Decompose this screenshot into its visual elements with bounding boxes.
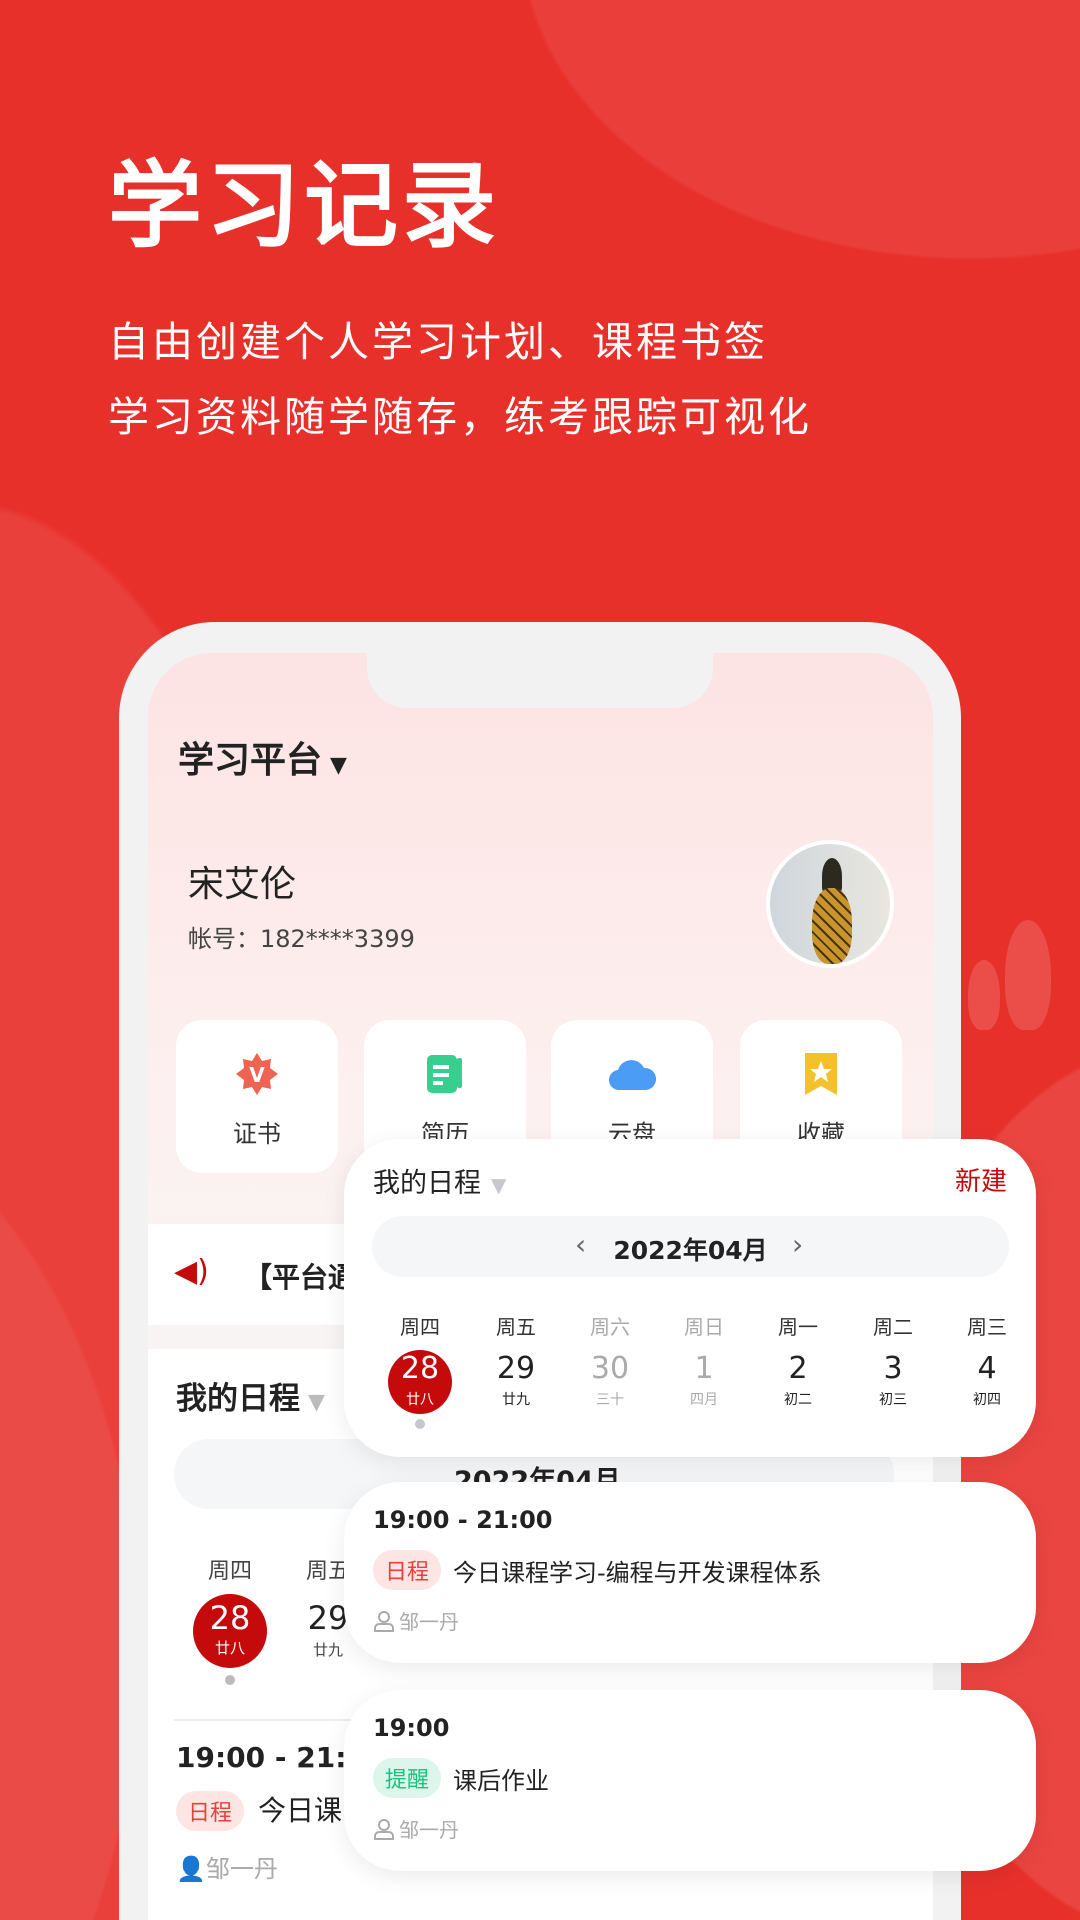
lunar-label: 初二	[784, 1392, 812, 1408]
hero-subtitle: 自由创建个人学习计划、课程书签	[108, 318, 768, 366]
svg-text:V: V	[249, 1063, 265, 1087]
weekday-label: 周四	[207, 1559, 252, 1584]
event-tag: 提醒	[373, 1758, 442, 1798]
lunar-label: 廿九	[502, 1392, 530, 1408]
tile-label: 证书	[233, 1120, 281, 1148]
day-number[interactable]: 4	[947, 1351, 1027, 1386]
lunar-label: 廿八	[406, 1392, 434, 1408]
phone-notch	[367, 653, 713, 708]
event-tag: 日程	[176, 1791, 245, 1831]
schedule-calendar-card: 我的日程 ▼ 新建 ‹ 2022年04月 › 周四 28 廿八 周五 29 廿九 周六 30 三十…	[344, 1139, 1036, 1457]
selected-day[interactable]: 28 廿八	[193, 1594, 267, 1668]
resume-document-icon	[421, 1050, 469, 1098]
day-number[interactable]: 29	[476, 1351, 556, 1386]
event-title: 今日课程学习-编程与开发课程体系	[453, 1558, 822, 1587]
day-number[interactable]: 1	[664, 1351, 744, 1386]
bookmark-star-icon	[797, 1050, 845, 1098]
lunar-label: 三十	[596, 1392, 624, 1408]
hero-subtitle: 学习资料随学随存，练考跟踪可视化	[108, 393, 812, 441]
weekday-label: 周一	[778, 1315, 818, 1339]
day-number[interactable]: 3	[853, 1351, 933, 1386]
event-tag: 日程	[373, 1550, 442, 1590]
speaker-icon: ◀)	[174, 1254, 209, 1289]
hero-title: 学习记录	[108, 152, 501, 261]
weekday-label: 周四	[400, 1315, 440, 1339]
event-card[interactable]: 19:00 - 21:00 日程 今日课程学习-编程与开发课程体系 邹一丹	[344, 1482, 1036, 1663]
lunar-label: 初四	[973, 1392, 1001, 1408]
weekday-label: 周二	[873, 1315, 913, 1339]
day-number[interactable]: 30	[570, 1351, 650, 1386]
event-person: 邹一丹	[399, 1610, 459, 1634]
event-person: 邹一丹	[399, 1818, 459, 1842]
schedule-title: 我的日程	[176, 1381, 300, 1417]
tile-certificate[interactable]: V 证书	[176, 1020, 338, 1173]
weekday-label: 周六	[590, 1315, 630, 1339]
event-person: 邹一丹	[205, 1855, 278, 1883]
certificate-badge-icon: V	[233, 1050, 281, 1098]
person-icon: 👤	[176, 1855, 206, 1883]
avatar[interactable]	[766, 840, 894, 968]
person-icon	[374, 1610, 394, 1632]
weekday-label: 周五	[496, 1315, 536, 1339]
day-number[interactable]: 2	[758, 1351, 838, 1386]
tree-decoration	[1005, 920, 1051, 1030]
month-bar: ‹ 2022年04月 ›	[372, 1216, 1009, 1277]
person-icon	[374, 1818, 394, 1840]
event-dot	[225, 1675, 235, 1685]
cloud-icon	[608, 1050, 656, 1098]
platform-switcher[interactable]: 学习平台 ▼	[178, 731, 347, 783]
pineapple-body	[812, 888, 852, 964]
event-dot	[415, 1419, 425, 1429]
lunar-label: 初三	[879, 1392, 907, 1408]
schedule-switcher[interactable]: 我的日程 ▼	[373, 1161, 506, 1200]
event-time: 19:00 - 21:00	[373, 1506, 553, 1534]
weekday-label: 周日	[684, 1315, 724, 1339]
caret-down-icon: ▼	[308, 1390, 325, 1415]
event-card[interactable]: 19:00 提醒 课后作业 邹一丹	[344, 1690, 1036, 1871]
weekday-label: 周三	[967, 1315, 1007, 1339]
notice-text: 【平台通	[244, 1261, 357, 1294]
month-label: 2022年04月	[613, 1236, 768, 1265]
day-number[interactable]: 28	[380, 1351, 460, 1386]
caret-down-icon: ▼	[491, 1173, 507, 1197]
caret-down-icon: ▼	[330, 753, 347, 778]
user-name: 宋艾伦	[188, 864, 297, 905]
schedule-title: 我的日程	[373, 1168, 481, 1199]
event-title: 今日课	[258, 1794, 343, 1827]
next-month-chevron-icon[interactable]: ›	[792, 1228, 803, 1261]
event-title: 课后作业	[453, 1766, 550, 1795]
new-button[interactable]: 新建	[955, 1161, 1007, 1198]
tree-decoration	[968, 960, 1000, 1030]
user-account: 帐号：182****3399	[188, 925, 415, 953]
event-time: 19:00	[373, 1714, 450, 1742]
lunar-label: 四月	[690, 1392, 718, 1408]
platform-label: 学习平台	[178, 740, 323, 781]
